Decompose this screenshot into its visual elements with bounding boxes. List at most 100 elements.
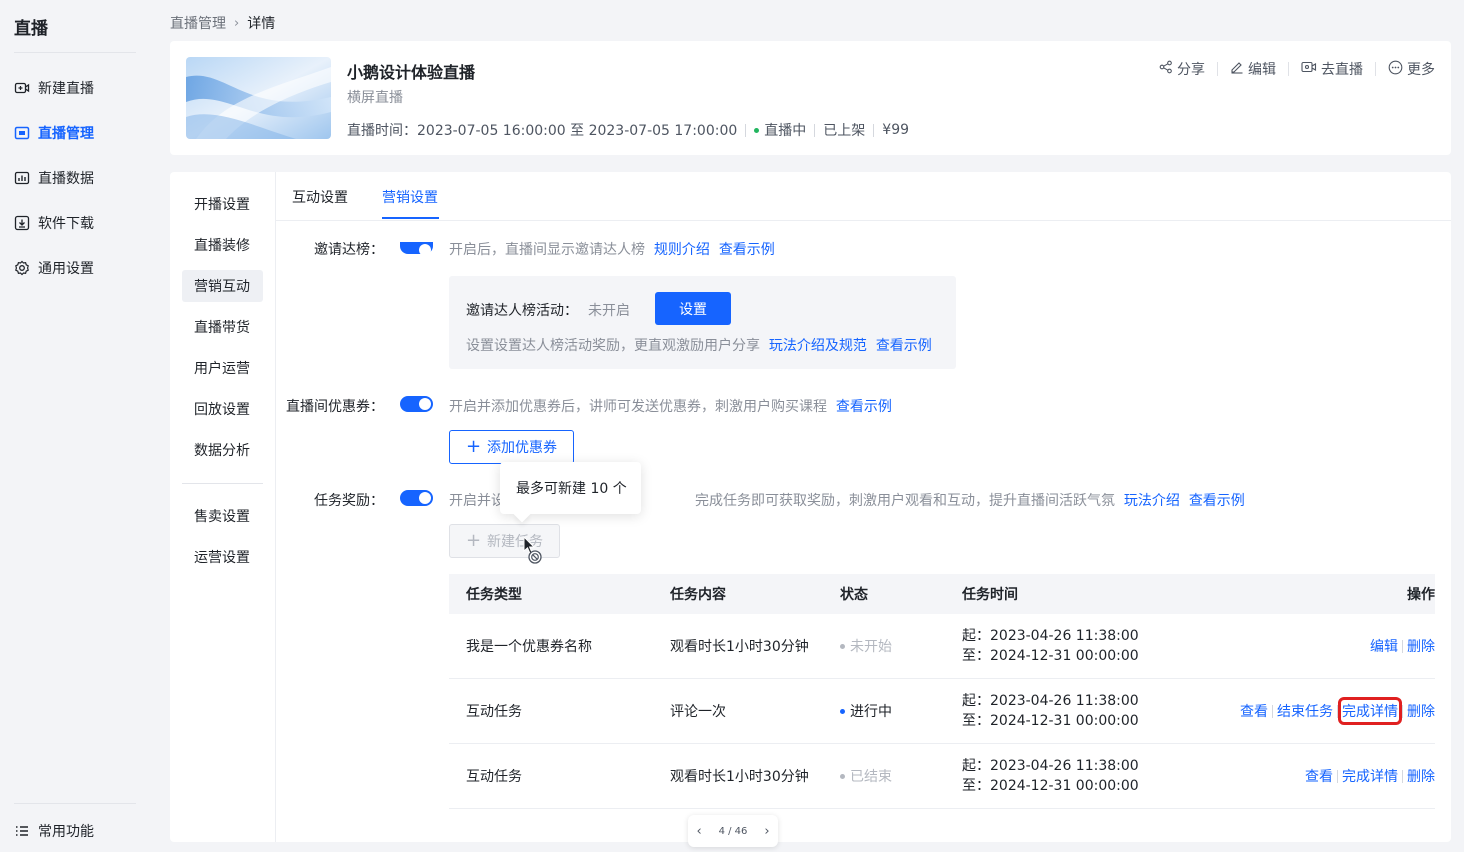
- subnav-item-marketing[interactable]: 营销互动: [182, 270, 263, 302]
- subnav-item-decoration[interactable]: 直播装修: [182, 229, 263, 261]
- go-live-button[interactable]: 去直播: [1301, 59, 1363, 79]
- invite-activity-status: 未开启: [588, 303, 630, 319]
- task-content: 评论一次: [670, 704, 726, 720]
- delete-link[interactable]: 删除: [1407, 701, 1435, 721]
- download-icon: [14, 215, 30, 231]
- sidebar-item-live-manage[interactable]: 直播管理: [14, 121, 94, 145]
- invite-rank-desc-text: 开启后，直播间显示邀请达人榜: [449, 242, 645, 258]
- status-dot: [840, 643, 845, 649]
- divider: [1272, 704, 1273, 718]
- end-time: 至：2024-12-31 00:00:00: [962, 778, 1139, 794]
- task-type: 互动任务: [466, 704, 522, 720]
- task-status: 已结束: [840, 744, 892, 808]
- col-status: 状态: [840, 587, 868, 603]
- new-task-limit-tooltip: 最多可新建 10 个: [500, 462, 641, 514]
- sidebar-item-new-live[interactable]: 新建直播: [14, 76, 94, 100]
- gameplay-link[interactable]: 玩法介绍: [1124, 493, 1180, 509]
- completion-details-link[interactable]: 完成详情: [1338, 697, 1402, 725]
- invite-panel-desc-text: 设置设置达人榜活动奖励，更直观激励用户分享: [466, 338, 760, 354]
- task-content: 观看时长1小时30分钟: [670, 769, 809, 785]
- sidebar-item-label: 软件下载: [38, 216, 94, 232]
- edit-link[interactable]: 编辑: [1370, 636, 1398, 656]
- coupon-toggle[interactable]: [400, 396, 433, 412]
- subnav-item-operations[interactable]: 运营设置: [182, 541, 263, 573]
- chevron-right-icon[interactable]: ›: [764, 824, 769, 839]
- divider: [1288, 62, 1289, 76]
- divider: [1375, 62, 1376, 76]
- subnav-item-broadcast-settings[interactable]: 开播设置: [182, 188, 263, 220]
- share-icon: [1159, 60, 1173, 78]
- divider: [1217, 62, 1218, 76]
- status-dot: [754, 127, 760, 133]
- task-type: 互动任务: [466, 769, 522, 785]
- invite-rank-label-text: 邀请达榜：: [314, 242, 384, 258]
- sidebar-item-live-data[interactable]: 直播数据: [14, 166, 94, 190]
- edit-button[interactable]: 编辑: [1230, 59, 1276, 79]
- table-row: 互动任务 评论一次 进行中 起：2023-04-26 11:38:00 至：202…: [449, 679, 1435, 744]
- subnav-item-goods[interactable]: 直播带货: [182, 311, 263, 343]
- sidebar-item-download[interactable]: 软件下载: [14, 211, 94, 235]
- subnav-item-sales[interactable]: 售卖设置: [182, 500, 263, 532]
- status-text: 未开始: [850, 639, 892, 655]
- sidebar-item-common-functions[interactable]: 常用功能: [14, 819, 94, 843]
- sidebar-item-settings[interactable]: 通用设置: [14, 256, 94, 280]
- divider: [14, 803, 136, 804]
- status-badge: 直播中: [764, 123, 807, 139]
- completion-details-link[interactable]: 完成详情: [1342, 766, 1398, 786]
- mouse-cursor-icon: [522, 535, 546, 570]
- tab-marketing[interactable]: 营销设置: [382, 187, 438, 207]
- subnav-item-analytics[interactable]: 数据分析: [182, 434, 263, 466]
- subnav-item-user-ops[interactable]: 用户运营: [182, 352, 263, 384]
- plus-icon: +: [465, 436, 482, 457]
- divider: [1337, 704, 1338, 718]
- share-label: 分享: [1177, 62, 1205, 78]
- example-link[interactable]: 查看示例: [1189, 493, 1245, 509]
- brand-title: 直播: [14, 19, 48, 39]
- divider: [873, 123, 875, 137]
- divider: [14, 52, 136, 53]
- subnav-item-playback[interactable]: 回放设置: [182, 393, 263, 425]
- delete-link[interactable]: 删除: [1407, 766, 1435, 786]
- task-time: 起：2023-04-26 11:38:00 至：2024-12-31 00:00:…: [962, 679, 1139, 743]
- page-pager: ‹ 4 / 46 ›: [688, 815, 778, 847]
- add-coupon-button[interactable]: + 添加优惠券: [449, 430, 574, 464]
- sidebar-item-label: 直播管理: [38, 126, 94, 142]
- end-time: 至：2024-12-31 00:00:00: [962, 713, 1139, 729]
- start-time: 起：2023-04-26 11:38:00: [962, 758, 1139, 774]
- end-time: 至：2024-12-31 00:00:00: [962, 648, 1139, 664]
- start-time: 起：2023-04-26 11:38:00: [962, 693, 1139, 709]
- end-task-link[interactable]: 结束任务: [1277, 701, 1333, 721]
- more-button[interactable]: 更多: [1388, 59, 1435, 79]
- live-manage-icon: [14, 125, 30, 141]
- invite-activity-label: 邀请达人榜活动：: [466, 303, 578, 319]
- delete-link[interactable]: 删除: [1407, 636, 1435, 656]
- breadcrumb-parent[interactable]: 直播管理: [170, 13, 226, 33]
- tab-interaction[interactable]: 互动设置: [292, 187, 348, 207]
- view-link[interactable]: 查看: [1305, 766, 1333, 786]
- example-link[interactable]: 查看示例: [876, 338, 932, 354]
- chevron-left-icon[interactable]: ‹: [696, 824, 701, 839]
- sidebar: 直播 新建直播 直播管理 直播数据 软件下载 通用设置 常用功能: [0, 0, 150, 852]
- header-actions: 分享 编辑 去直播 更多: [1159, 59, 1435, 79]
- task-desc-suffix: 完成任务即可获取奖励，刺激用户观看和互动，提升直播间活跃气氛: [695, 493, 1115, 509]
- main-panel: 开播设置 直播装修 营销互动 直播带货 用户运营 回放设置 数据分析 售卖设置 …: [170, 172, 1451, 842]
- invite-rank-toggle[interactable]: [400, 242, 433, 256]
- status-text: 已结束: [850, 769, 892, 785]
- sidebar-item-label: 直播数据: [38, 171, 94, 187]
- status-dot: [840, 708, 845, 714]
- gameplay-rules-link[interactable]: 玩法介绍及规范: [769, 338, 867, 354]
- camera-icon: [1301, 60, 1317, 78]
- example-link[interactable]: 查看示例: [836, 399, 892, 415]
- rules-link[interactable]: 规则介绍: [654, 242, 710, 258]
- sidebar-item-label: 新建直播: [38, 81, 94, 97]
- share-button[interactable]: 分享: [1159, 59, 1205, 79]
- page-indicator: 4 / 46: [718, 825, 748, 837]
- invite-rank-panel: 邀请达人榜活动： 未开启 设置 设置设置达人榜活动奖励，更直观激励用户分享 玩法…: [449, 276, 956, 369]
- view-link[interactable]: 查看: [1240, 701, 1268, 721]
- data-chart-icon: [14, 170, 30, 186]
- invite-setup-button[interactable]: 设置: [655, 292, 731, 325]
- example-link[interactable]: 查看示例: [719, 242, 775, 258]
- task-reward-toggle[interactable]: [400, 490, 433, 506]
- more-icon: [1388, 60, 1403, 79]
- invite-rank-label: 邀请达榜：: [284, 241, 384, 259]
